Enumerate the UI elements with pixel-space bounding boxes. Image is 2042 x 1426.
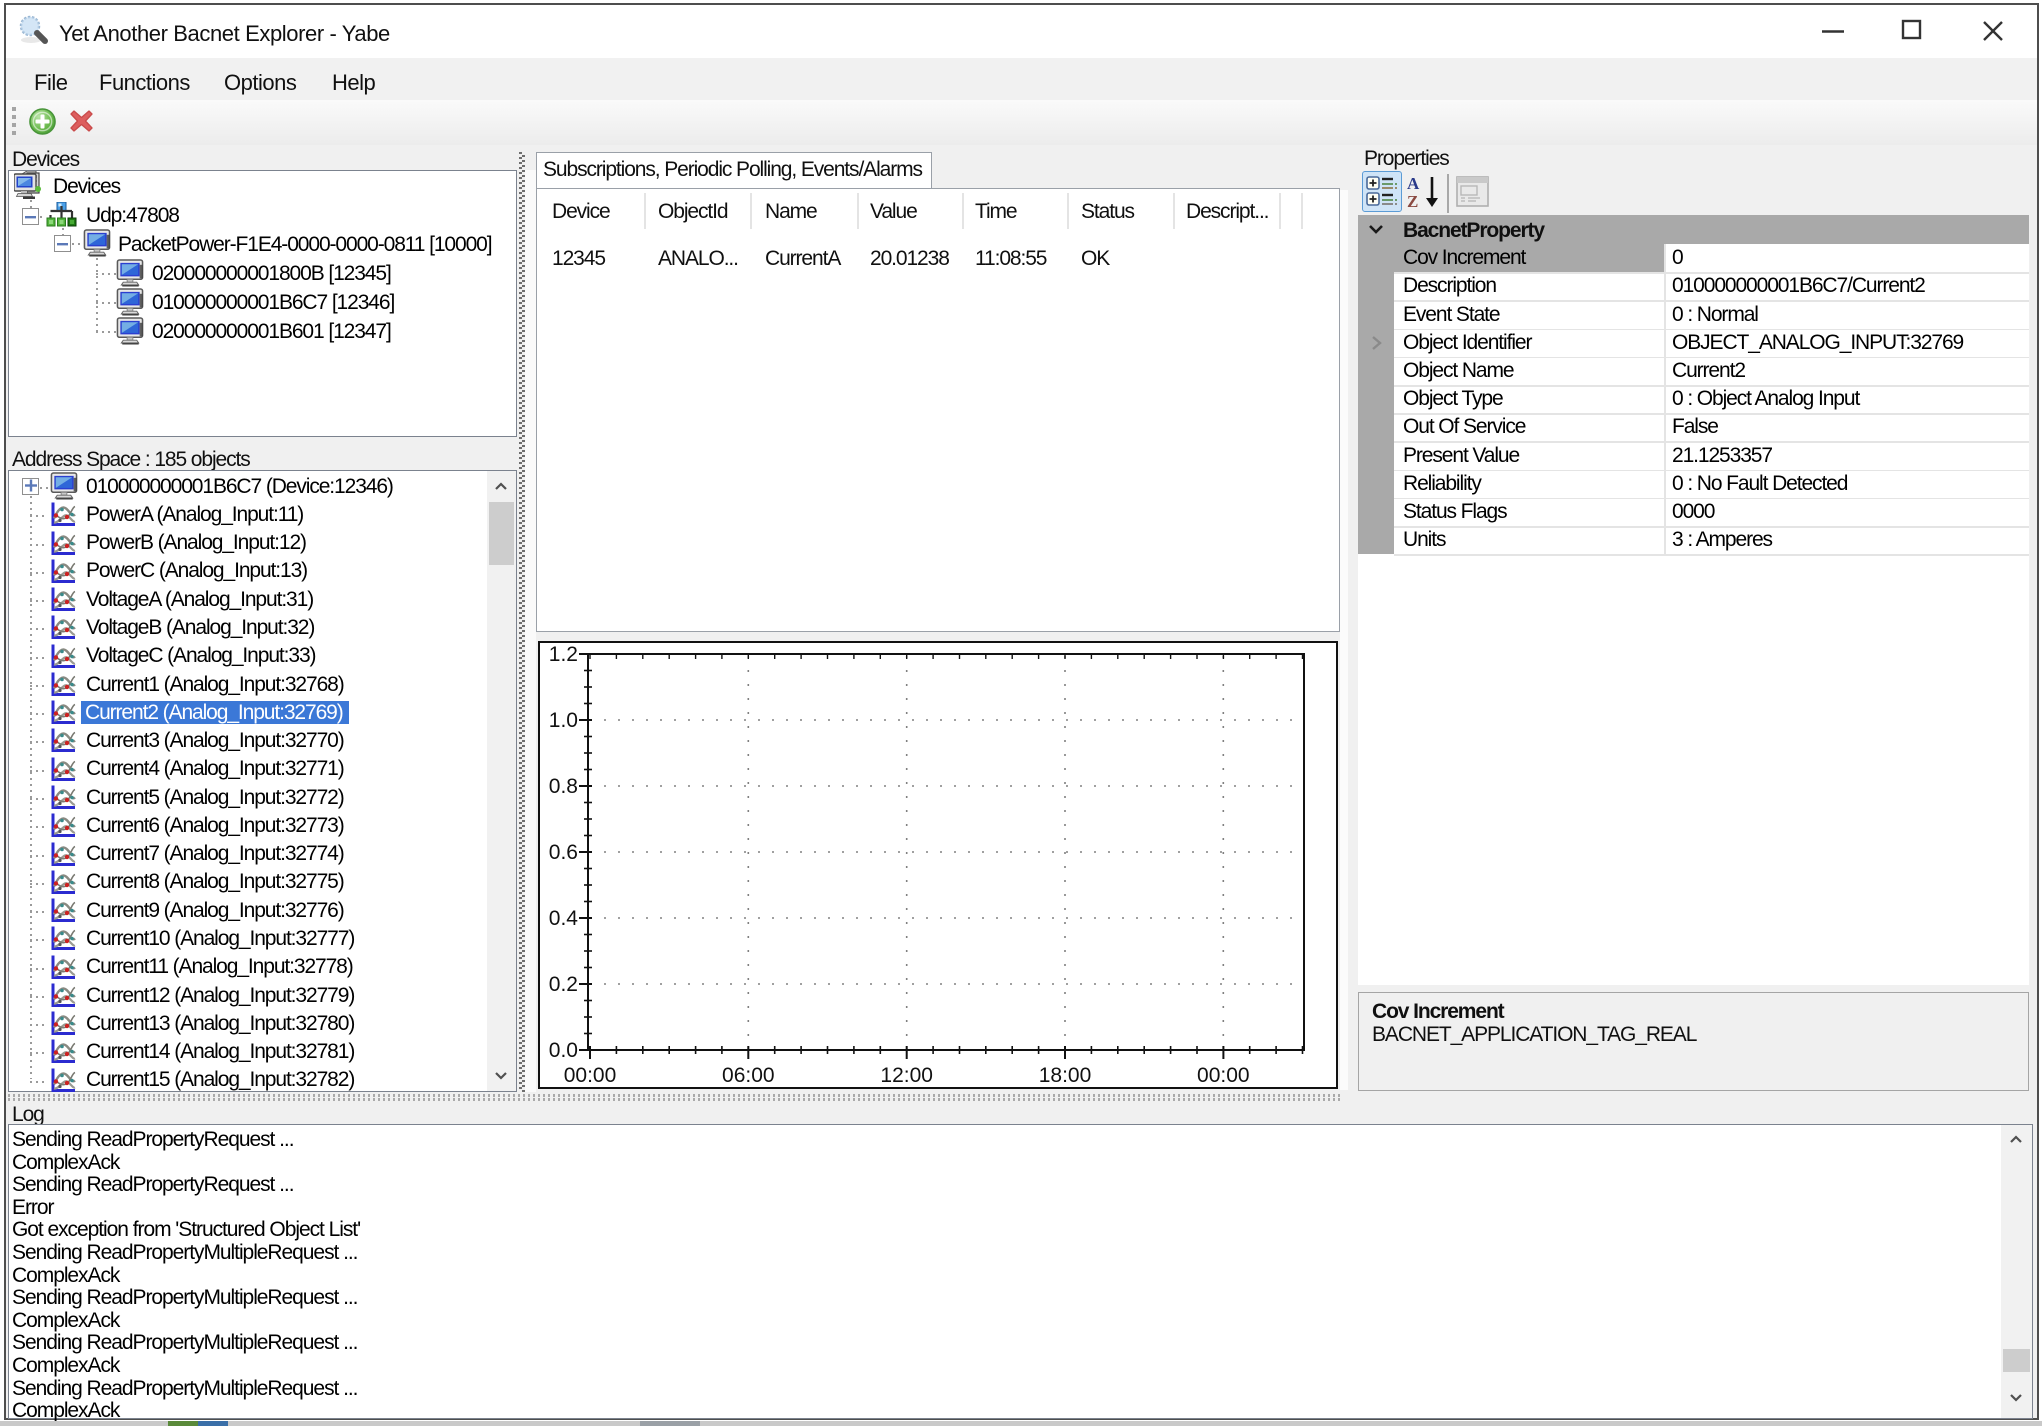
svg-text:A: A <box>1407 174 1420 193</box>
svg-text:00:00: 00:00 <box>564 1064 617 1087</box>
svg-text:18:00: 18:00 <box>1039 1064 1092 1087</box>
svg-text:0.2: 0.2 <box>549 973 578 996</box>
svg-text:06:00: 06:00 <box>722 1064 775 1087</box>
svg-text:12:00: 12:00 <box>880 1064 933 1087</box>
svg-text:00:00: 00:00 <box>1197 1064 1250 1087</box>
svg-text:1.0: 1.0 <box>549 709 578 732</box>
svg-text:0.8: 0.8 <box>549 775 578 798</box>
svg-text:Z: Z <box>1407 192 1418 211</box>
svg-text:0.0: 0.0 <box>549 1039 578 1062</box>
svg-text:1.2: 1.2 <box>549 643 578 666</box>
svg-text:0.6: 0.6 <box>549 841 578 864</box>
svg-text:0.4: 0.4 <box>549 907 579 930</box>
